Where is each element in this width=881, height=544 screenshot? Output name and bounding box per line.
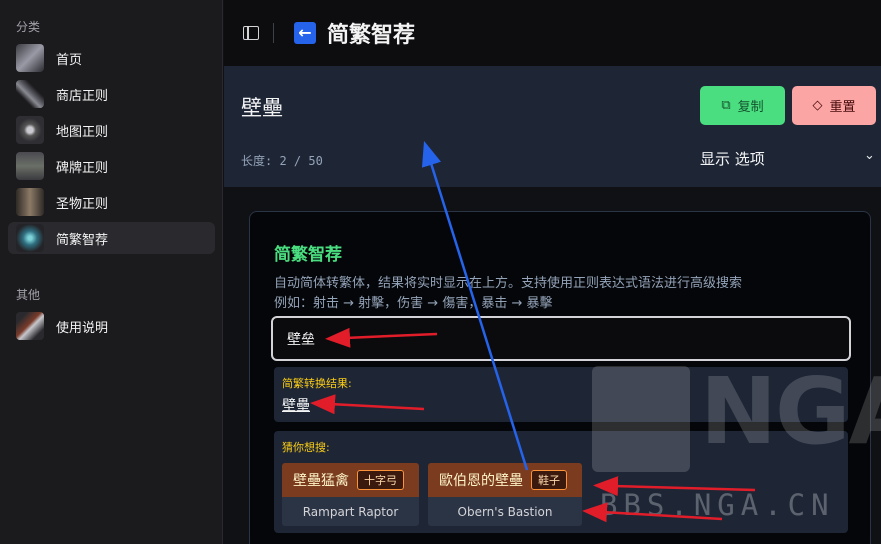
sidebar-item-label: 碑牌正则 xyxy=(56,160,109,176)
sidebar-item-manual[interactable]: 使用说明 xyxy=(8,310,215,342)
section-title-category: 分类 xyxy=(16,20,41,34)
sidebar-item-label: 圣物正则 xyxy=(56,196,109,212)
suggestion-item-1[interactable]: 壁壘猛禽 十字弓 Rampart Raptor xyxy=(282,463,419,526)
conversion-result-box: 简繁转换结果: 壁壘 xyxy=(274,367,848,422)
suggestion-english: Obern's Bastion xyxy=(428,497,582,526)
shop-item-icon xyxy=(16,80,44,108)
suggestion-tag: 十字弓 xyxy=(357,470,404,490)
card-example: 例如：射击 → 射擊，伤害 → 傷害，暴击 → 暴擊 xyxy=(274,296,553,311)
result-text: 壁壘 xyxy=(241,96,283,120)
sidebar-item-convert[interactable]: 简繁智荐 xyxy=(8,222,215,254)
suggestion-box: 猜你想搜: 壁壘猛禽 十字弓 Rampart Raptor 歐伯恩的壁壘 鞋子 … xyxy=(274,431,848,533)
card-title: 简繁智荐 xyxy=(274,245,342,265)
conversion-value[interactable]: 壁壘 xyxy=(282,395,310,415)
suggestion-english: Rampart Raptor xyxy=(282,497,419,526)
back-arrow-icon[interactable]: ← xyxy=(294,22,316,44)
copy-button-label: 复制 xyxy=(737,100,764,115)
sidebar-item-label: 使用说明 xyxy=(56,320,109,336)
home-item-icon xyxy=(16,44,44,72)
suggestion-name: 壁壘猛禽 xyxy=(293,473,349,489)
suggestion-label: 猜你想搜: xyxy=(282,441,330,454)
sidebar: 分类 首页 商店正则 地图正则 碑牌正则 圣物正则 简繁智荐 其他 使用说明 xyxy=(0,0,223,544)
sidebar-item-label: 首页 xyxy=(56,52,83,68)
suggestion-name: 歐伯恩的壁壘 xyxy=(439,473,523,489)
sidebar-item-map[interactable]: 地图正则 xyxy=(8,114,215,146)
sidebar-item-home[interactable]: 首页 xyxy=(8,42,215,74)
page-title: 简繁智荐 xyxy=(327,23,416,48)
sidebar-item-tablet[interactable]: 碑牌正则 xyxy=(8,150,215,182)
map-item-icon xyxy=(16,116,44,144)
reset-button[interactable]: ◇ 重置 xyxy=(792,86,876,125)
tablet-item-icon xyxy=(16,152,44,180)
reset-button-label: 重置 xyxy=(829,100,856,115)
copy-icon: ⧉ xyxy=(721,98,731,113)
sidebar-item-label: 地图正则 xyxy=(56,124,109,140)
display-options-toggle[interactable]: 显示 选项 xyxy=(700,148,765,169)
sidebar-item-relic[interactable]: 圣物正则 xyxy=(8,186,215,218)
top-header: ← 简繁智荐 xyxy=(224,0,881,66)
convert-item-icon xyxy=(16,224,44,252)
suggestion-header: 歐伯恩的壁壘 鞋子 xyxy=(428,463,582,497)
length-counter: 长度: 2 / 50 xyxy=(241,154,323,168)
suggestion-item-2[interactable]: 歐伯恩的壁壘 鞋子 Obern's Bastion xyxy=(428,463,582,526)
sidebar-item-shop[interactable]: 商店正则 xyxy=(8,78,215,110)
search-input[interactable] xyxy=(271,316,851,361)
conversion-label: 简繁转换结果: xyxy=(282,377,352,390)
section-title-other: 其他 xyxy=(16,288,41,302)
sidebar-item-label: 商店正则 xyxy=(56,88,109,104)
chevron-down-icon[interactable]: ⌄ xyxy=(864,148,875,163)
converter-card: 简繁智荐 自动简体转繁体，结果将实时显示在上方。支持使用正则表达式语法进行高级搜… xyxy=(249,211,871,544)
sidebar-toggle-icon[interactable] xyxy=(243,26,259,40)
card-description: 自动简体转繁体，结果将实时显示在上方。支持使用正则表达式语法进行高级搜索 xyxy=(274,276,743,291)
suggestion-tag: 鞋子 xyxy=(531,470,567,490)
manual-item-icon xyxy=(16,312,44,340)
eraser-icon: ◇ xyxy=(812,98,823,113)
suggestion-header: 壁壘猛禽 十字弓 xyxy=(282,463,419,497)
copy-button[interactable]: ⧉ 复制 xyxy=(700,86,785,125)
sidebar-item-label: 简繁智荐 xyxy=(56,232,109,248)
header-divider xyxy=(273,23,274,43)
result-panel: 壁壘 长度: 2 / 50 ⧉ 复制 ◇ 重置 显示 选项 ⌄ xyxy=(224,66,881,187)
relic-item-icon xyxy=(16,188,44,216)
